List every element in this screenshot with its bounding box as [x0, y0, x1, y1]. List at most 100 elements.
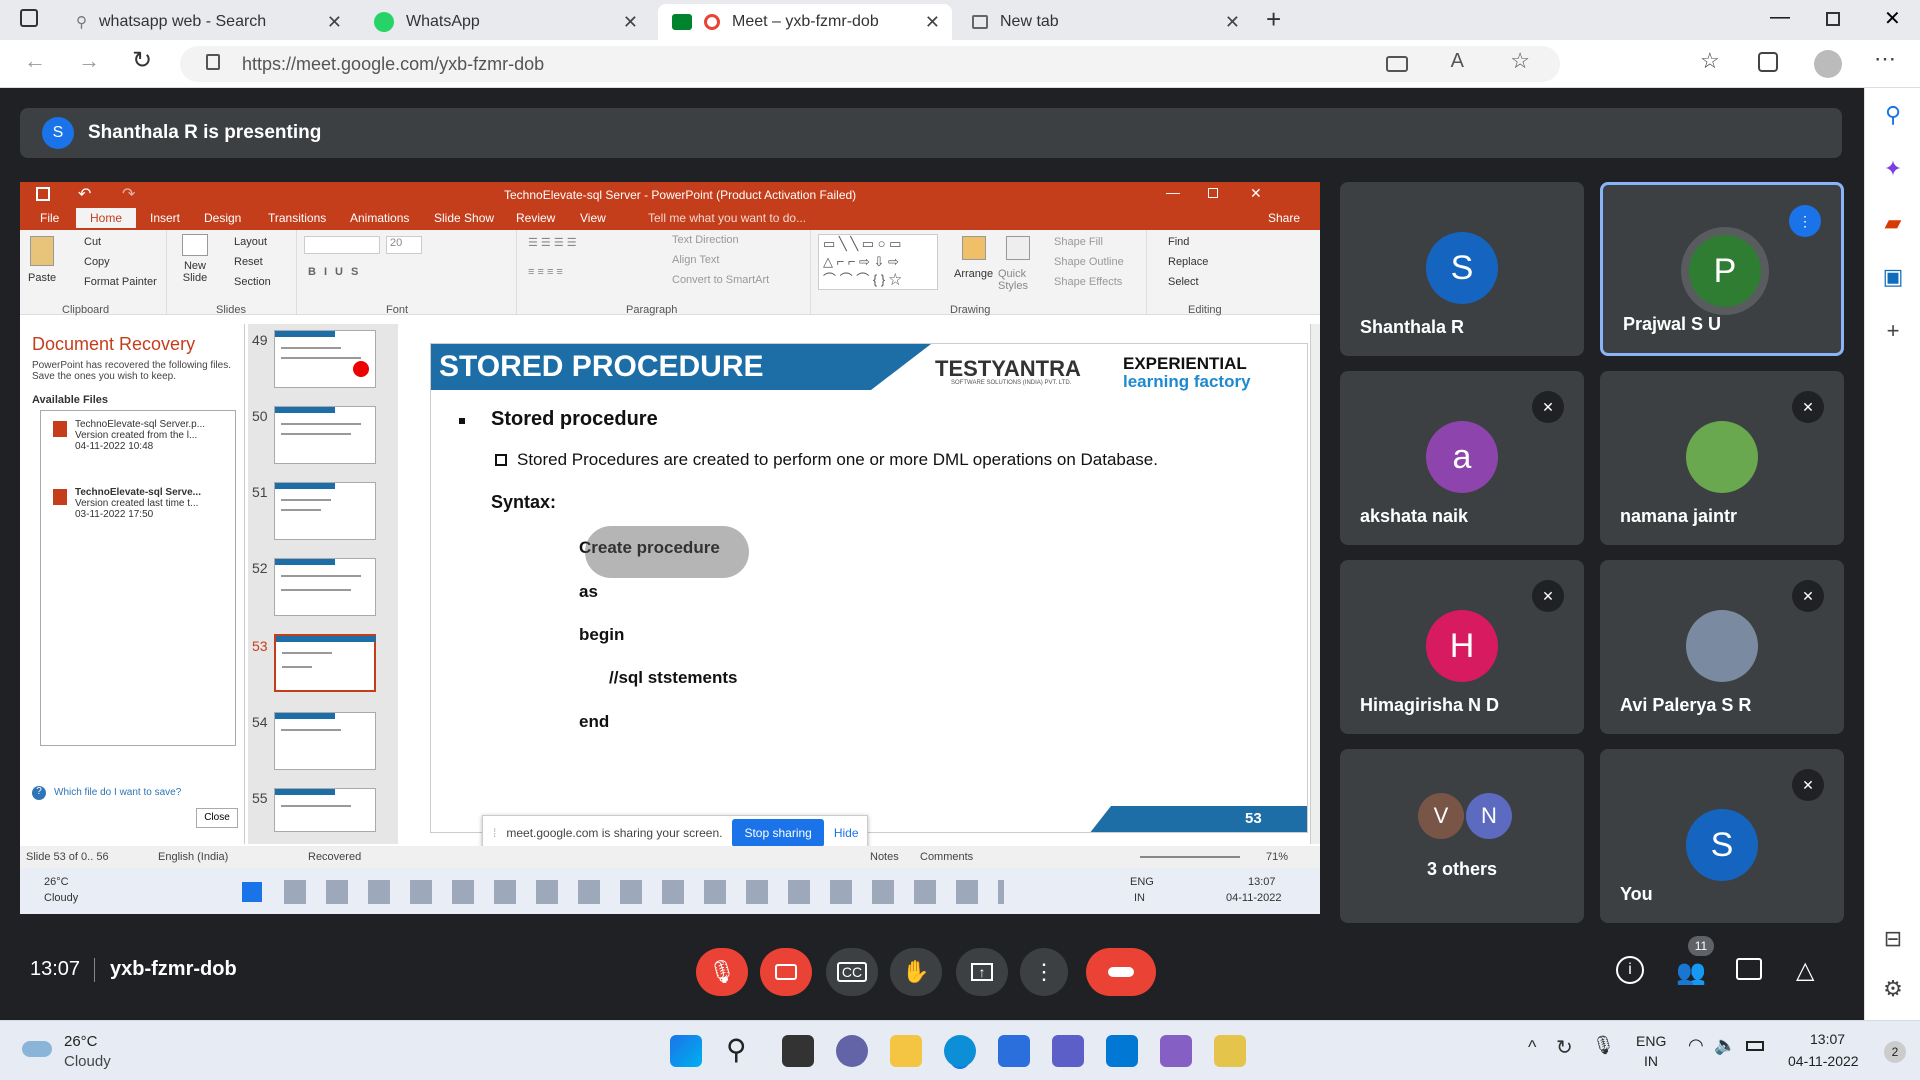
meeting-info-icon[interactable]: i [1616, 956, 1644, 984]
snipping-tool-icon[interactable] [1214, 1035, 1246, 1067]
slideshow-toolbar-overlay[interactable] [585, 526, 749, 578]
participant-tile[interactable]: ✕ Avi Palerya S R [1600, 560, 1844, 734]
notification-badge[interactable]: 2 [1884, 1041, 1906, 1063]
redo-icon[interactable]: ↷ [122, 184, 135, 204]
office-icon[interactable]: ▰ [1881, 210, 1905, 236]
which-file-help-link[interactable]: Which file do I want to save? [54, 787, 181, 798]
others-tile[interactable]: V N 3 others [1340, 749, 1584, 923]
reset-button[interactable]: Reset [234, 256, 263, 268]
tray-lang-2[interactable]: IN [1644, 1053, 1658, 1069]
paste-button[interactable]: Paste [28, 272, 56, 284]
tab-transitions[interactable]: Transitions [268, 211, 326, 225]
edge-icon[interactable] [944, 1035, 976, 1067]
participant-tile[interactable]: ✕ namana jaintr [1600, 371, 1844, 545]
cut-button[interactable]: Cut [84, 236, 101, 248]
recovered-file-item[interactable]: TechnoElevate-sql Server.p... Version cr… [45, 419, 231, 452]
slide-thumbnail[interactable] [274, 558, 376, 616]
read-aloud-icon[interactable]: A [1451, 50, 1464, 73]
forward-arrow-icon[interactable]: → [78, 48, 100, 74]
close-tab-icon[interactable]: ✕ [327, 12, 342, 33]
ppt-restore-icon[interactable] [1208, 188, 1218, 198]
self-tile[interactable]: S ✕ You [1600, 749, 1844, 923]
stop-sharing-button[interactable]: Stop sharing [732, 819, 824, 847]
clock-time[interactable]: 13:07 [1810, 1031, 1845, 1047]
slide-thumbnail-active[interactable] [274, 634, 376, 692]
tab-home[interactable]: Home [76, 208, 137, 228]
close-tab-icon[interactable]: ✕ [925, 12, 940, 33]
share-button[interactable]: Share [1268, 211, 1300, 225]
captions-button[interactable]: CC [826, 948, 878, 996]
undo-icon[interactable]: ↶ [78, 184, 91, 204]
chat-icon[interactable] [1736, 958, 1762, 980]
collections-icon[interactable] [1758, 52, 1778, 72]
shape-fill-button[interactable]: Shape Fill [1054, 236, 1103, 248]
find-button[interactable]: Find [1168, 236, 1189, 248]
replace-button[interactable]: Replace [1168, 256, 1208, 268]
camera-icon[interactable] [1386, 56, 1408, 72]
new-slide-button[interactable]: New Slide [178, 260, 212, 284]
font-name-box[interactable] [304, 236, 380, 254]
ppt-close-icon[interactable]: ✕ [1250, 185, 1262, 202]
new-slide-icon[interactable] [182, 234, 208, 256]
comments-button[interactable]: Comments [920, 851, 973, 863]
participant-tile[interactable]: S Shanthala R [1340, 182, 1584, 356]
tab-actions-icon[interactable] [20, 9, 38, 27]
search-icon[interactable]: ⚲ [1881, 102, 1905, 128]
zoom-slider[interactable] [1140, 856, 1240, 858]
close-tab-icon[interactable]: ✕ [1225, 12, 1240, 33]
align-icons[interactable]: ≡ ≡ ≡ ≡ [528, 266, 563, 278]
back-arrow-icon[interactable]: ← [24, 48, 46, 74]
tab-slide-show[interactable]: Slide Show [434, 211, 494, 225]
start-icon[interactable] [670, 1035, 702, 1067]
activities-icon[interactable]: △ [1796, 956, 1814, 985]
slide-thumbnail[interactable] [274, 788, 376, 832]
restore-window-icon[interactable] [1826, 12, 1840, 26]
tab-meet[interactable]: Meet – yxb-fzmr-dob ✕ [658, 4, 952, 40]
tray-lang-1[interactable]: ENG [1636, 1033, 1666, 1049]
clock-date[interactable]: 04-11-2022 [1788, 1053, 1859, 1069]
bullets-icon[interactable]: ☰ ☰ ☰ ☰ [528, 236, 577, 249]
store-icon[interactable] [998, 1035, 1030, 1067]
mic-off-button[interactable]: 🎙 [696, 948, 748, 996]
present-button[interactable]: ↑ [956, 948, 1008, 996]
more-menu-icon[interactable]: ⋯ [1874, 46, 1896, 72]
add-favorite-icon[interactable]: ☆ [1510, 48, 1530, 74]
shape-effects-button[interactable]: Shape Effects [1054, 276, 1122, 288]
camera-off-button[interactable] [760, 948, 812, 996]
minimize-window-icon[interactable]: — [1770, 6, 1790, 29]
tab-design[interactable]: Design [204, 211, 241, 225]
convert-smartart-button[interactable]: Convert to SmartArt [672, 274, 769, 286]
copy-button[interactable]: Copy [84, 256, 110, 268]
copilot-icon[interactable]: ✦ [1881, 156, 1905, 182]
tab-file[interactable]: File [40, 211, 59, 225]
recovery-close-button[interactable]: Close [196, 808, 238, 828]
participant-tile[interactable]: a ✕ akshata naik [1340, 371, 1584, 545]
section-button[interactable]: Section [234, 276, 271, 288]
chat-app-icon[interactable] [836, 1035, 868, 1067]
align-text-button[interactable]: Align Text [672, 254, 720, 266]
close-window-icon[interactable]: ✕ [1884, 6, 1901, 31]
layout-button[interactable]: Layout [234, 236, 267, 248]
visual-studio-icon[interactable] [1160, 1035, 1192, 1067]
tab-animations[interactable]: Animations [350, 211, 409, 225]
participant-tile[interactable]: H ✕ Himagirisha N D [1340, 560, 1584, 734]
volume-icon[interactable]: 🔈 [1714, 1035, 1736, 1056]
add-sidebar-app-icon[interactable]: + [1881, 318, 1905, 344]
reload-icon[interactable]: ↻ [132, 46, 152, 75]
profile-avatar[interactable] [1814, 50, 1842, 78]
participant-tile-speaking[interactable]: P ⋮ Prajwal S U [1600, 182, 1844, 356]
slide-thumbnail[interactable] [274, 482, 376, 540]
teams-icon[interactable] [1052, 1035, 1084, 1067]
paste-icon[interactable] [30, 236, 54, 266]
shape-outline-button[interactable]: Shape Outline [1054, 256, 1124, 268]
search-icon[interactable]: ⚲ [726, 1033, 747, 1066]
shapes-gallery[interactable]: ▭ ╲ ╲ ▭ ○ ▭ △ ⌐ ⌐ ⇨ ⇩ ⇨ ⌒ ⌒ ⌒ { } ☆ [818, 234, 938, 290]
ppt-minimize-icon[interactable]: — [1166, 184, 1180, 200]
notes-button[interactable]: Notes [870, 851, 899, 863]
recovered-file-item[interactable]: TechnoElevate-sql Serve... Version creat… [45, 487, 231, 520]
wifi-icon[interactable]: ◠ [1688, 1035, 1704, 1056]
tab-bing-search[interactable]: ⚲ whatsapp web - Search ✕ [62, 4, 354, 40]
battery-icon[interactable] [1746, 1041, 1764, 1051]
hide-button[interactable]: Hide [834, 826, 859, 840]
favorites-icon[interactable]: ☆ [1700, 48, 1720, 74]
